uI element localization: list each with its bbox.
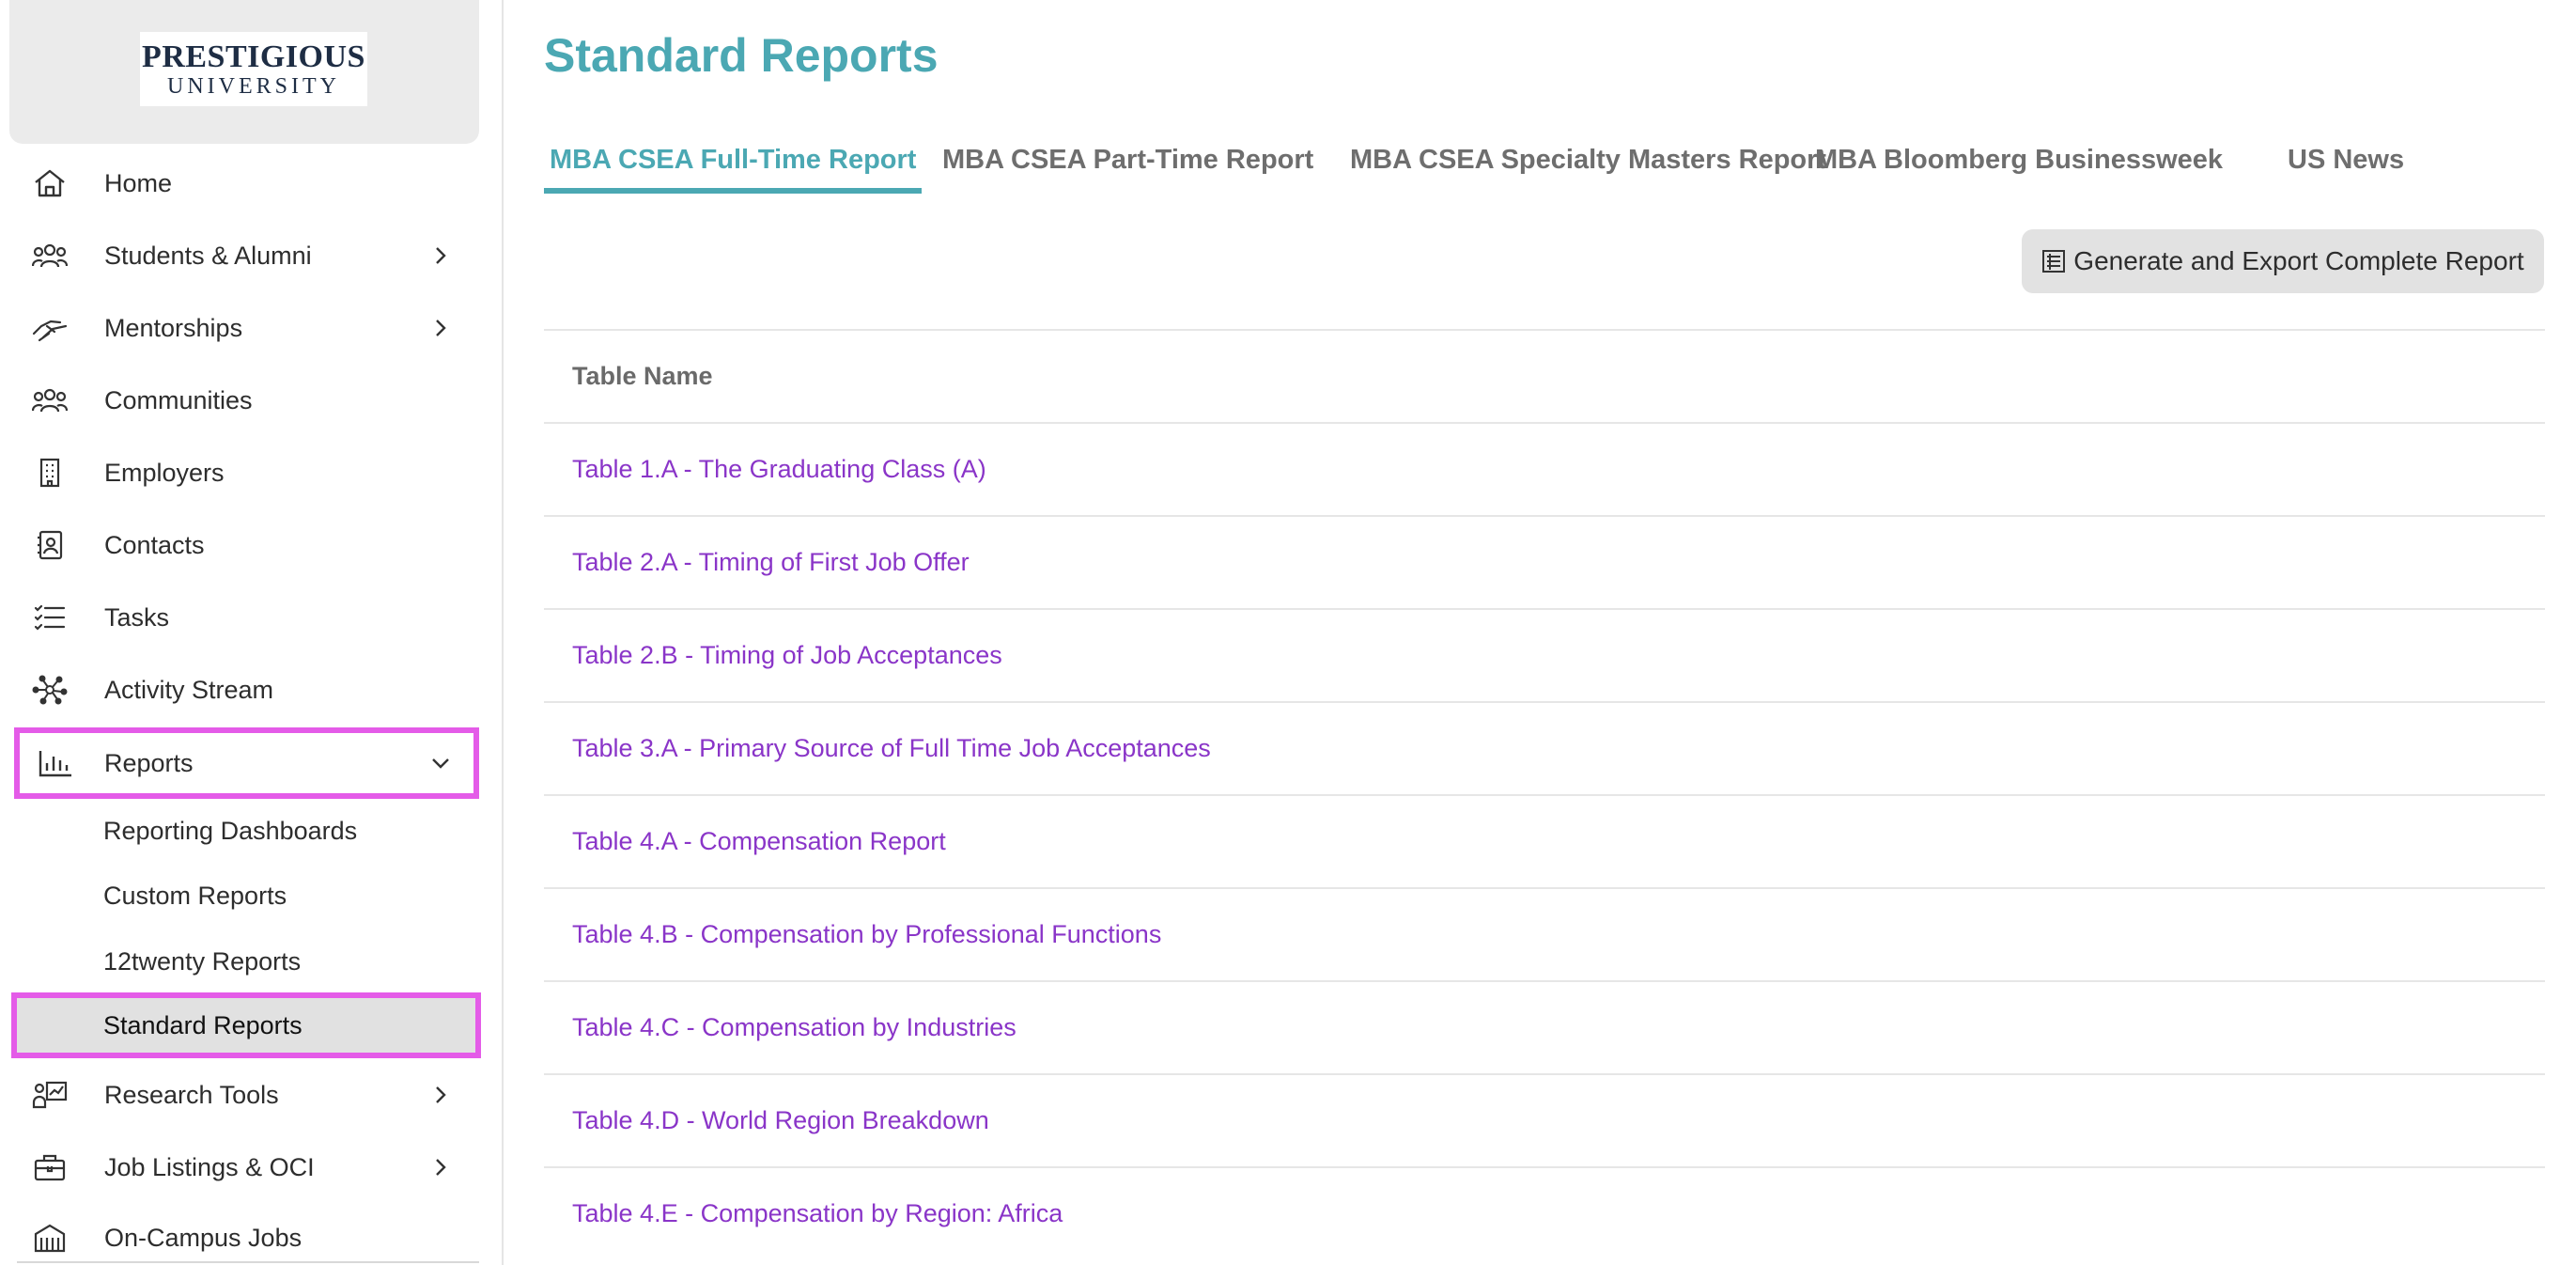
column-header-table-name: Table Name [572, 362, 713, 390]
sidebar-item-on-campus-jobs[interactable]: On-Campus Jobs [17, 1210, 477, 1265]
table-row: Table 2.A - Timing of First Job Offer [544, 515, 2545, 608]
sidebar-item-label: Reports [104, 748, 194, 777]
sidebar-item-label: Communities [104, 385, 253, 414]
report-link[interactable]: Table 4.C - Compensation by Industries [572, 1013, 1016, 1042]
report-link[interactable]: Table 2.B - Timing of Job Acceptances [572, 641, 1002, 670]
sidebar-subitem-reporting-dashboards[interactable]: Reporting Dashboards [103, 810, 357, 851]
briefcase-icon [32, 1152, 68, 1182]
community-icon [31, 385, 69, 415]
sidebar-item-tasks[interactable]: Tasks [17, 588, 477, 647]
table-header-row: Table Name [544, 329, 2545, 422]
report-link[interactable]: Table 4.B - Compensation by Professional… [572, 920, 1161, 949]
logo-line-2: UNIVERSITY [167, 73, 340, 99]
sidebar-item-home[interactable]: Home [17, 154, 477, 212]
sidebar-item-contacts[interactable]: Contacts [17, 516, 477, 574]
table-row: Table 4.C - Compensation by Industries [544, 980, 2545, 1073]
sidebar-item-label: Research Tools [104, 1080, 279, 1109]
tab-mba-csea-specialty-masters[interactable]: MBA CSEA Specialty Masters Report [1350, 132, 1826, 194]
main-content: Standard Reports MBA CSEA Full-Time Repo… [505, 0, 2576, 1265]
home-icon [32, 168, 68, 198]
tab-mba-bloomberg-businessweek[interactable]: MBA Bloomberg Businessweek [1815, 132, 2223, 194]
sidebar-subitem-standard-reports[interactable]: Standard Reports [11, 992, 481, 1058]
sidebar-item-label: Employers [104, 458, 225, 487]
building-icon [32, 458, 68, 488]
people-icon [31, 241, 69, 271]
report-link[interactable]: Table 2.A - Timing of First Job Offer [572, 548, 970, 577]
chevron-right-icon [430, 318, 451, 338]
standard-reports-table: Table Name Table 1.A - The Graduating Cl… [544, 329, 2545, 1259]
report-link[interactable]: Table 1.A - The Graduating Class (A) [572, 455, 986, 484]
sidebar-item-label: Contacts [104, 530, 205, 559]
tab-mba-csea-full-time[interactable]: MBA CSEA Full-Time Report [544, 132, 923, 194]
report-link[interactable]: Table 3.A - Primary Source of Full Time … [572, 734, 1211, 763]
sidebar-item-mentorships[interactable]: Mentorships [17, 299, 477, 357]
bar-chart-icon [38, 748, 73, 778]
sidebar-item-employers[interactable]: Employers [17, 444, 477, 502]
sidebar-subitem-custom-reports[interactable]: Custom Reports [103, 875, 287, 916]
chevron-down-icon [430, 753, 451, 773]
chevron-right-icon [430, 1157, 451, 1178]
campus-icon [32, 1223, 68, 1253]
sidebar-item-reports[interactable]: Reports [14, 727, 479, 799]
report-list-icon [2041, 249, 2066, 273]
report-link[interactable]: Table 4.D - World Region Breakdown [572, 1106, 989, 1135]
generate-export-report-button[interactable]: Generate and Export Complete Report [2022, 229, 2544, 293]
sidebar-divider [17, 1261, 479, 1263]
table-row: Table 4.A - Compensation Report [544, 794, 2545, 887]
sidebar-item-label: Activity Stream [104, 675, 274, 704]
chevron-right-icon [430, 1085, 451, 1105]
sidebar-item-label: On-Campus Jobs [104, 1223, 303, 1252]
sidebar-item-label: Students & Alumni [104, 241, 312, 270]
export-button-label: Generate and Export Complete Report [2073, 246, 2524, 275]
network-icon [32, 675, 68, 705]
sidebar-item-label: Home [104, 168, 173, 197]
sidebar-item-activity-stream[interactable]: Activity Stream [17, 661, 477, 719]
tab-mba-csea-part-time[interactable]: MBA CSEA Part-Time Report [942, 132, 1313, 194]
university-logo[interactable]: PRESTIGIOUS UNIVERSITY [140, 32, 367, 106]
report-tabs: MBA CSEA Full-Time Report MBA CSEA Part-… [544, 132, 2573, 197]
sidebar-item-research-tools[interactable]: Research Tools [17, 1066, 477, 1124]
sidebar-subitem-12twenty-reports[interactable]: 12twenty Reports [103, 941, 301, 982]
report-link[interactable]: Table 4.E - Compensation by Region: Afri… [572, 1199, 1063, 1228]
sidebar-item-communities[interactable]: Communities [17, 371, 477, 429]
table-row: Table 3.A - Primary Source of Full Time … [544, 701, 2545, 794]
table-row: Table 1.A - The Graduating Class (A) [544, 422, 2545, 515]
sidebar-item-label: Mentorships [104, 313, 243, 342]
page-title: Standard Reports [544, 29, 939, 82]
sidebar: PRESTIGIOUS UNIVERSITY Home Students & A… [0, 0, 504, 1265]
sidebar-item-students-alumni[interactable]: Students & Alumni [17, 226, 477, 285]
handshake-icon [32, 313, 68, 343]
logo-area: PRESTIGIOUS UNIVERSITY [9, 0, 479, 144]
sidebar-item-label: Tasks [104, 602, 170, 632]
research-icon [32, 1080, 68, 1110]
tab-us-news[interactable]: US News [2288, 132, 2404, 194]
sidebar-item-job-listings-oci[interactable]: Job Listings & OCI [17, 1138, 477, 1196]
contact-card-icon [32, 530, 68, 560]
logo-line-1: PRESTIGIOUS [142, 39, 365, 74]
table-row: Table 2.B - Timing of Job Acceptances [544, 608, 2545, 701]
sidebar-item-label: Job Listings & OCI [104, 1152, 315, 1181]
checklist-icon [32, 602, 68, 632]
table-row: Table 4.E - Compensation by Region: Afri… [544, 1166, 2545, 1259]
table-row: Table 4.D - World Region Breakdown [544, 1073, 2545, 1166]
table-row: Table 4.B - Compensation by Professional… [544, 887, 2545, 980]
report-link[interactable]: Table 4.A - Compensation Report [572, 827, 946, 856]
chevron-right-icon [430, 245, 451, 266]
